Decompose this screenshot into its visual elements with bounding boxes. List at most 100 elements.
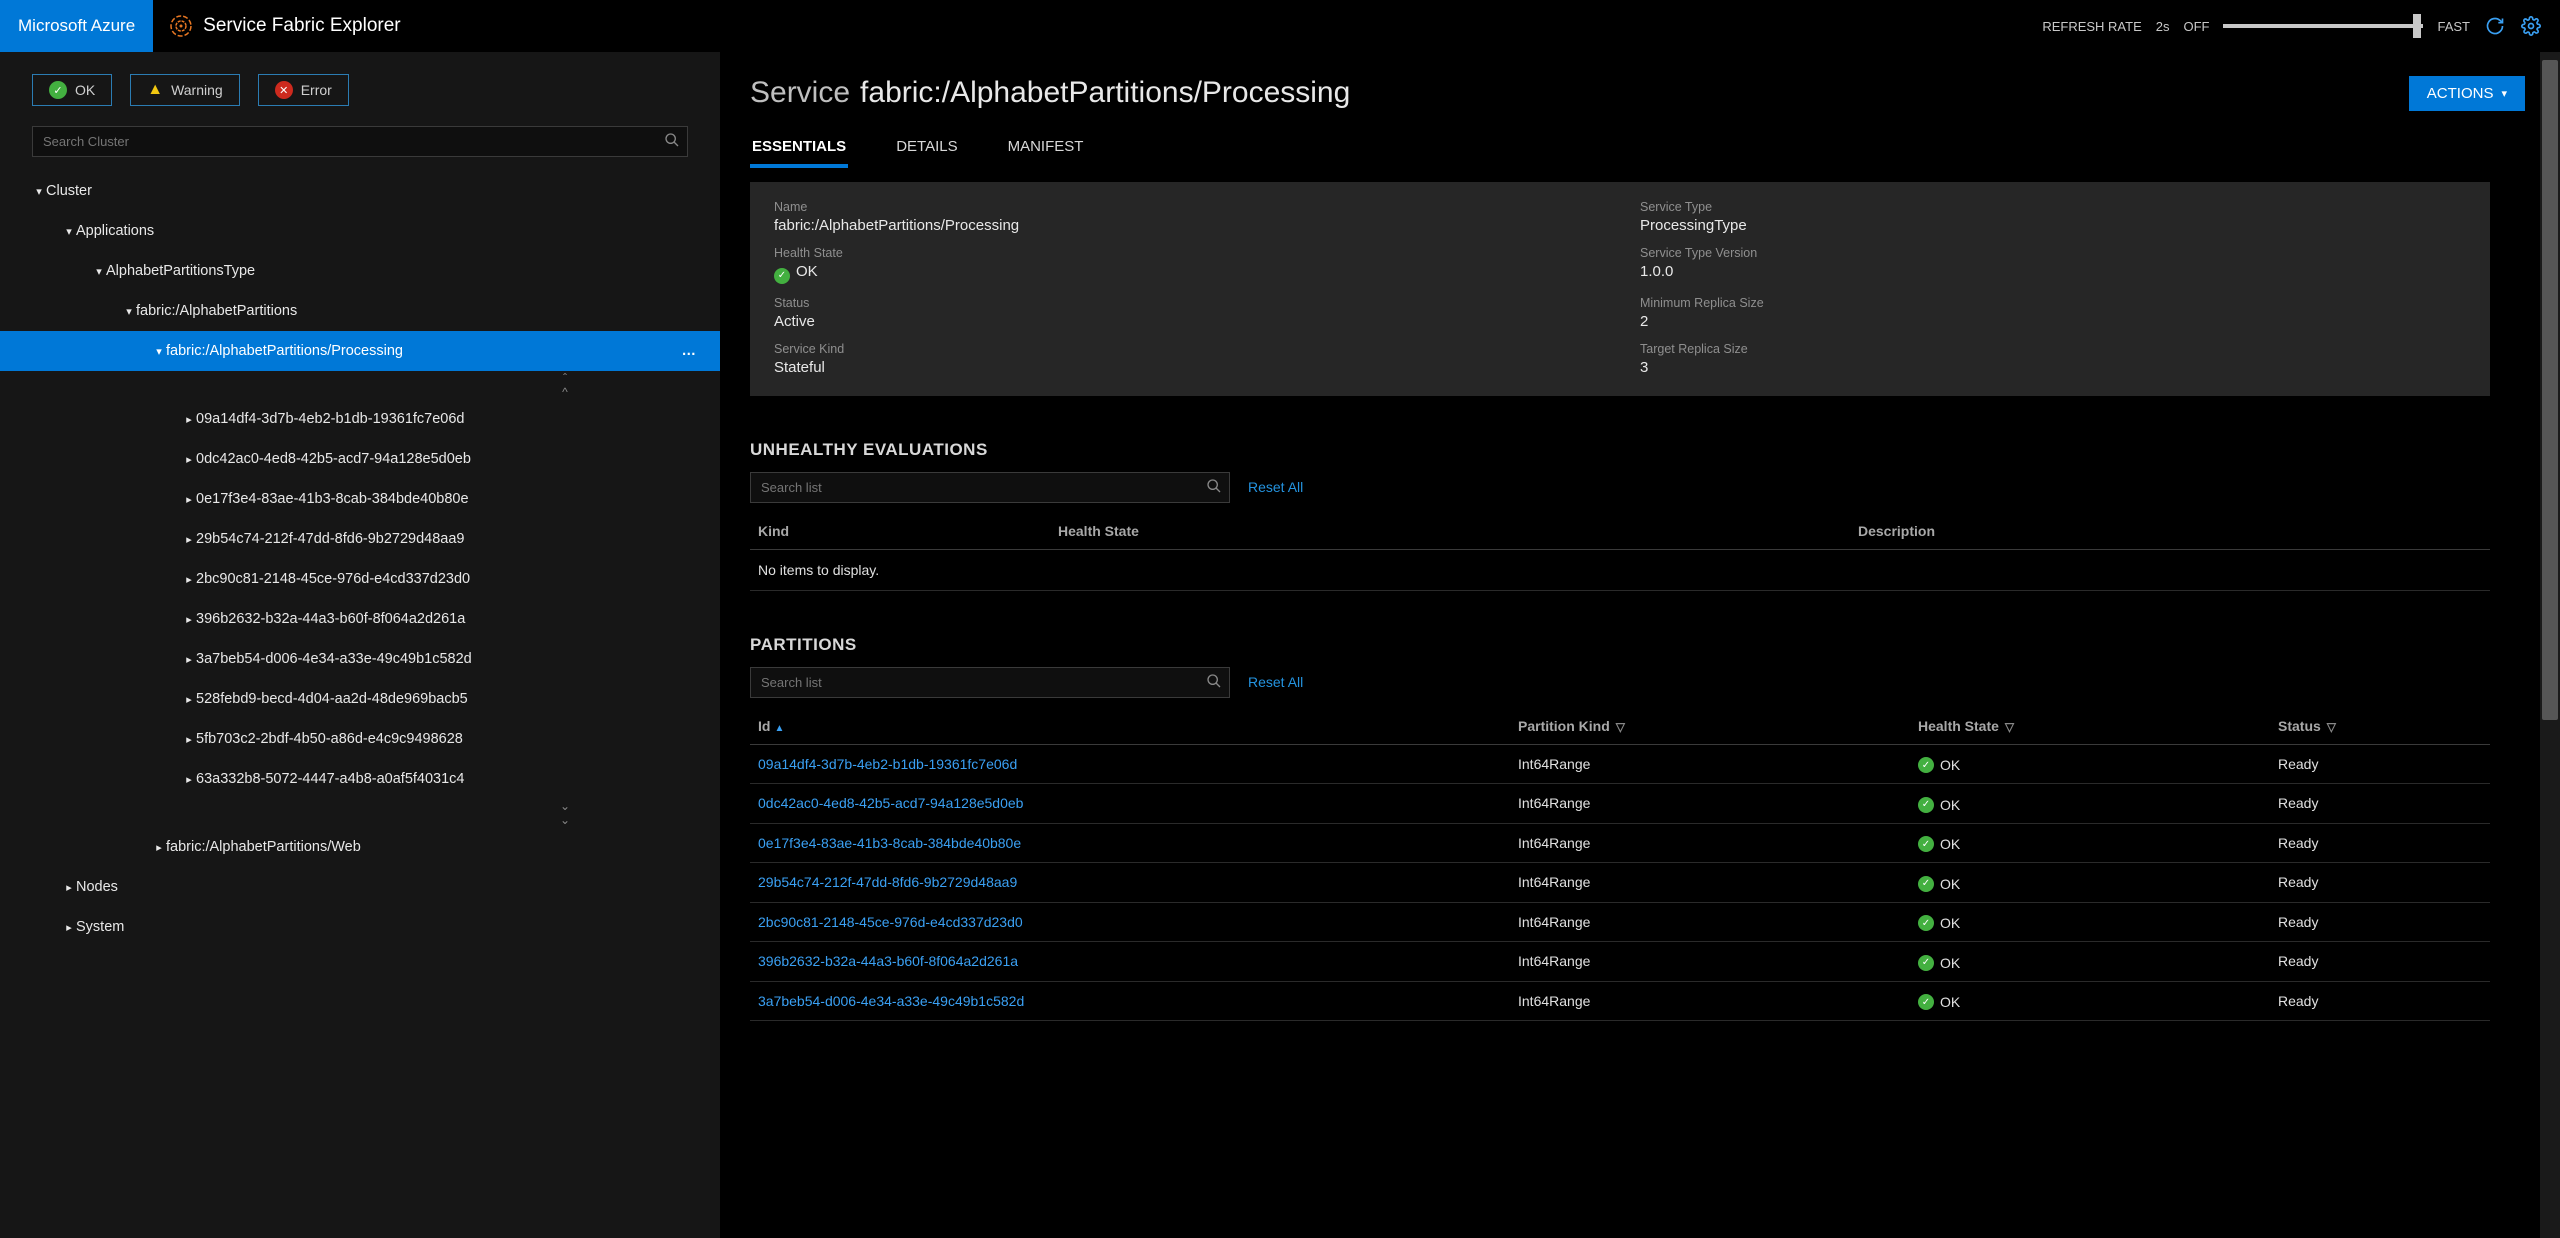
partition-id-link[interactable]: 0e17f3e4-83ae-41b3-8cab-384bde40b80e: [750, 823, 1510, 863]
tree-nodes[interactable]: ▸ Nodes: [0, 867, 720, 907]
tree-partition[interactable]: ▸ 528febd9-becd-4d04-aa2d-48de969bacb5: [0, 679, 720, 719]
partition-id-link[interactable]: 09a14df4-3d7b-4eb2-b1db-19361fc7e06d: [750, 744, 1510, 784]
tree-app[interactable]: ▾ fabric:/AlphabetPartitions: [0, 291, 720, 331]
partition-health-cell: ✓OK: [1910, 863, 2270, 903]
col-health-state[interactable]: Health State▽: [1910, 708, 2270, 745]
tree-cluster[interactable]: ▾ Cluster: [0, 171, 720, 211]
sort-asc-icon: ▲: [774, 723, 784, 734]
more-icon[interactable]: …: [682, 343, 711, 359]
partition-id-link[interactable]: 0dc42ac0-4ed8-42b5-acd7-94a128e5d0eb: [750, 784, 1510, 824]
col-health-state[interactable]: Health State: [1050, 513, 1850, 550]
table-row[interactable]: 0e17f3e4-83ae-41b3-8cab-384bde40b80e Int…: [750, 823, 2490, 863]
unhealthy-search-input[interactable]: [750, 472, 1230, 503]
ok-icon: ✓: [1918, 915, 1934, 931]
col-description[interactable]: Description: [1850, 513, 2490, 550]
refresh-slow-label: OFF: [2183, 19, 2209, 34]
brand-azure[interactable]: Microsoft Azure: [0, 0, 153, 52]
tree-partition[interactable]: ▸ 396b2632-b32a-44a3-b60f-8f064a2d261a: [0, 599, 720, 639]
filter-error-button[interactable]: ✕ Error: [258, 74, 349, 106]
ess-service-kind-label: Service Kind: [774, 342, 1600, 356]
tree-applications[interactable]: ▾ Applications: [0, 211, 720, 251]
col-kind[interactable]: Kind: [750, 513, 1050, 550]
filter-warning-label: Warning: [171, 82, 223, 98]
partition-status-cell: Ready: [2270, 784, 2490, 824]
unhealthy-empty: No items to display.: [750, 550, 2490, 591]
tree-system[interactable]: ▸ System: [0, 907, 720, 947]
partition-id-link[interactable]: 2bc90c81-2148-45ce-976d-e4cd337d23d0: [750, 902, 1510, 942]
partition-id-link[interactable]: 3a7beb54-d006-4e34-a33e-49c49b1c582d: [750, 981, 1510, 1021]
partitions-reset-link[interactable]: Reset All: [1248, 674, 1303, 690]
tab-essentials[interactable]: ESSENTIALS: [750, 128, 848, 167]
essentials-card: Name fabric:/AlphabetPartitions/Processi…: [750, 182, 2490, 396]
chevron-down-icon: ▾: [152, 345, 166, 358]
collapse-down-icon[interactable]: ⌄⌄: [0, 799, 720, 827]
table-row[interactable]: 396b2632-b32a-44a3-b60f-8f064a2d261a Int…: [750, 942, 2490, 982]
tree-partition-label: 0dc42ac0-4ed8-42b5-acd7-94a128e5d0eb: [196, 451, 471, 467]
tree-partition[interactable]: ▸ 0dc42ac0-4ed8-42b5-acd7-94a128e5d0eb: [0, 439, 720, 479]
table-row[interactable]: 29b54c74-212f-47dd-8fd6-9b2729d48aa9 Int…: [750, 863, 2490, 903]
table-row[interactable]: 3a7beb54-d006-4e34-a33e-49c49b1c582d Int…: [750, 981, 2490, 1021]
chevron-right-icon: ▸: [182, 653, 196, 666]
tree-partition[interactable]: ▸ 29b54c74-212f-47dd-8fd6-9b2729d48aa9: [0, 519, 720, 559]
ess-service-type-version-label: Service Type Version: [1640, 246, 2466, 260]
tree-partition[interactable]: ▸ 2bc90c81-2148-45ce-976d-e4cd337d23d0: [0, 559, 720, 599]
tree-app-type[interactable]: ▾ AlphabetPartitionsType: [0, 251, 720, 291]
tree-service-web[interactable]: ▸ fabric:/AlphabetPartitions/Web: [0, 827, 720, 867]
gear-icon[interactable]: [2520, 15, 2542, 37]
partition-health-cell: ✓OK: [1910, 902, 2270, 942]
col-partition-kind[interactable]: Partition Kind▽: [1510, 708, 1910, 745]
partitions-table: Id▲ Partition Kind▽ Health State▽ Status…: [750, 708, 2490, 1022]
search-icon: [1206, 673, 1222, 692]
tree: ▾ Cluster ▾ Applications ▾ AlphabetParti…: [0, 171, 720, 1238]
top-bar: Microsoft Azure Service Fabric Explorer …: [0, 0, 2560, 52]
chevron-right-icon: ▸: [152, 841, 166, 854]
partition-id-link[interactable]: 396b2632-b32a-44a3-b60f-8f064a2d261a: [750, 942, 1510, 982]
actions-button[interactable]: ACTIONS ▾: [2409, 76, 2525, 111]
scrollbar[interactable]: [2540, 52, 2560, 1238]
partition-kind-cell: Int64Range: [1510, 942, 1910, 982]
scrollbar-thumb[interactable]: [2542, 60, 2558, 720]
partition-kind-cell: Int64Range: [1510, 981, 1910, 1021]
tree-partition[interactable]: ▸ 63a332b8-5072-4447-a4b8-a0af5f4031c4: [0, 759, 720, 799]
unhealthy-reset-link[interactable]: Reset All: [1248, 479, 1303, 495]
tabs: ESSENTIALS DETAILS MANIFEST: [750, 128, 2490, 168]
tree-service-processing[interactable]: ▾ fabric:/AlphabetPartitions/Processing …: [0, 331, 720, 371]
col-id[interactable]: Id▲: [750, 708, 1510, 745]
tab-details[interactable]: DETAILS: [894, 128, 959, 167]
table-row[interactable]: 0dc42ac0-4ed8-42b5-acd7-94a128e5d0eb Int…: [750, 784, 2490, 824]
tree-partition-label: 09a14df4-3d7b-4eb2-b1db-19361fc7e06d: [196, 411, 464, 427]
tab-manifest[interactable]: MANIFEST: [1006, 128, 1086, 167]
refresh-rate-label: REFRESH RATE: [2042, 19, 2141, 34]
cluster-search-input[interactable]: [32, 126, 688, 157]
tree-partition-label: 29b54c74-212f-47dd-8fd6-9b2729d48aa9: [196, 531, 464, 547]
tree-partition[interactable]: ▸ 09a14df4-3d7b-4eb2-b1db-19361fc7e06d: [0, 399, 720, 439]
slider-thumb[interactable]: [2413, 14, 2421, 38]
filter-icon[interactable]: ▽: [2005, 720, 2014, 734]
section-partitions: PARTITIONS: [750, 635, 2490, 655]
tree-partition[interactable]: ▸ 0e17f3e4-83ae-41b3-8cab-384bde40b80e: [0, 479, 720, 519]
tree-partition-label: 396b2632-b32a-44a3-b60f-8f064a2d261a: [196, 611, 465, 627]
col-status[interactable]: Status▽: [2270, 708, 2490, 745]
chevron-down-icon: ▾: [2501, 87, 2507, 100]
tree-partition[interactable]: ▸ 5fb703c2-2bdf-4b50-a86d-e4c9c9498628: [0, 719, 720, 759]
filter-icon[interactable]: ▽: [1616, 720, 1625, 734]
partition-status-cell: Ready: [2270, 863, 2490, 903]
filter-warning-button[interactable]: ▲ Warning: [130, 74, 239, 106]
refresh-rate-slider[interactable]: [2223, 24, 2423, 28]
partitions-search-input[interactable]: [750, 667, 1230, 698]
partition-status-cell: Ready: [2270, 981, 2490, 1021]
filter-icon[interactable]: ▽: [2327, 720, 2336, 734]
ok-icon: ✓: [1918, 836, 1934, 852]
refresh-icon[interactable]: [2484, 15, 2506, 37]
partition-health-cell: ✓OK: [1910, 981, 2270, 1021]
error-icon: ✕: [275, 81, 293, 99]
tree-partition[interactable]: ▸ 3a7beb54-d006-4e34-a33e-49c49b1c582d: [0, 639, 720, 679]
tree-applications-label: Applications: [76, 223, 154, 239]
collapse-up-icon[interactable]: ̂^: [0, 371, 720, 399]
filter-ok-button[interactable]: ✓ OK: [32, 74, 112, 106]
tree-partition-label: 528febd9-becd-4d04-aa2d-48de969bacb5: [196, 691, 468, 707]
brand-service-fabric[interactable]: Service Fabric Explorer: [153, 14, 400, 38]
table-row[interactable]: 2bc90c81-2148-45ce-976d-e4cd337d23d0 Int…: [750, 902, 2490, 942]
table-row[interactable]: 09a14df4-3d7b-4eb2-b1db-19361fc7e06d Int…: [750, 744, 2490, 784]
partition-id-link[interactable]: 29b54c74-212f-47dd-8fd6-9b2729d48aa9: [750, 863, 1510, 903]
